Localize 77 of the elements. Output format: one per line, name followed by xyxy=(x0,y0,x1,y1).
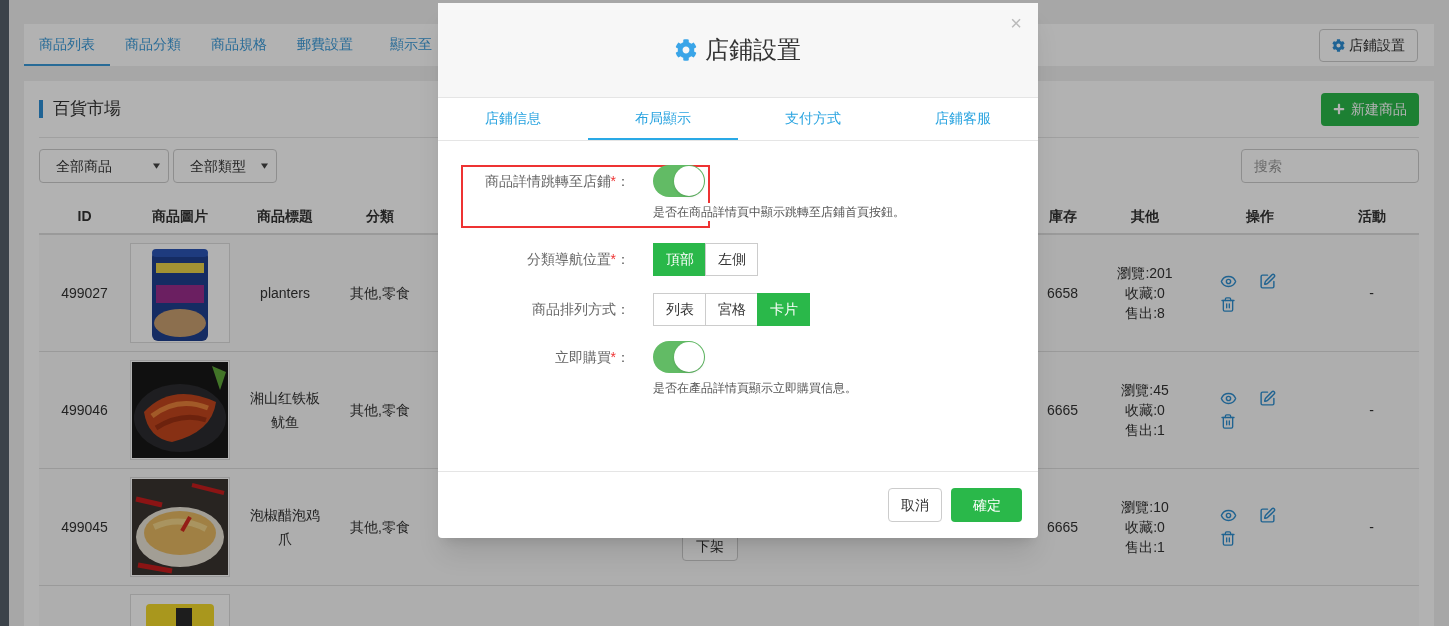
id-cell: 499046 xyxy=(61,401,108,418)
page-tab[interactable]: 郵費設置 xyxy=(282,24,368,66)
stat-text: 瀏覽:45 xyxy=(1121,381,1169,400)
delete-icon[interactable] xyxy=(1220,530,1236,547)
dialog-tab[interactable]: 店鋪信息 xyxy=(438,98,588,140)
column-header: 操作 xyxy=(1246,208,1274,224)
stat-text: 收藏:0 xyxy=(1125,284,1165,303)
stat-text: 瀏覽:201 xyxy=(1117,264,1173,283)
activity-cell: - xyxy=(1369,401,1374,418)
column-header: 分類 xyxy=(366,208,394,224)
id-cell: 499027 xyxy=(61,284,108,301)
page-tab[interactable]: 商品列表 xyxy=(24,24,110,66)
product-title: 泡椒醋泡鸡爪 xyxy=(249,506,321,549)
confirm-button[interactable]: 確定 xyxy=(951,488,1022,522)
edit-icon[interactable] xyxy=(1259,507,1276,524)
dropdown-caret-icon xyxy=(261,163,268,169)
category-cell: 其他,零食 xyxy=(350,401,410,418)
page-tab[interactable]: 商品規格 xyxy=(196,24,282,66)
cancel-button[interactable]: 取消 xyxy=(888,488,942,522)
activity-cell: - xyxy=(1369,518,1374,535)
stock-cell: 6665 xyxy=(1046,401,1079,418)
category-cell: 其他,零食 xyxy=(350,518,410,535)
plus-icon xyxy=(1333,103,1345,115)
field-label: 立即購買*： xyxy=(554,347,630,367)
dialog-tab[interactable]: 布局顯示 xyxy=(588,98,738,140)
field-hint: 是否在產品詳情頁顯示立即購買信息。 xyxy=(653,380,857,397)
filter-select[interactable]: 全部類型 xyxy=(173,149,277,183)
delete-icon[interactable] xyxy=(1220,413,1236,430)
search-field[interactable]: 搜索 xyxy=(1241,149,1419,183)
category-cell: 其他,零食 xyxy=(350,284,410,301)
column-header: 商品圖片 xyxy=(152,208,208,224)
edit-icon[interactable] xyxy=(1259,390,1276,407)
column-header: 活動 xyxy=(1357,208,1386,224)
field-label: 分類導航位置*： xyxy=(526,249,630,269)
option-button[interactable]: 宮格 xyxy=(705,293,758,326)
stat-text: 瀏覽:10 xyxy=(1121,498,1169,517)
stat-text: 收藏:0 xyxy=(1125,518,1165,537)
stat-text: 售出:1 xyxy=(1125,538,1165,557)
stat-text: 售出:1 xyxy=(1125,421,1165,440)
product-title: 湘山红铁板鱿鱼 xyxy=(249,389,321,432)
dialog-tab[interactable]: 支付方式 xyxy=(738,98,888,140)
product-title: planters xyxy=(259,284,311,303)
activity-cell: - xyxy=(1369,284,1374,301)
close-button[interactable]: × xyxy=(1010,13,1022,33)
stock-cell: 6665 xyxy=(1046,518,1079,535)
new-product-button[interactable]: 新建商品 xyxy=(1321,92,1419,126)
field-label: 商品詳情跳轉至店鋪*： xyxy=(484,171,630,191)
dialog-title: 店鋪設置 xyxy=(705,35,801,65)
dropdown-caret-icon xyxy=(153,163,160,169)
panel-title: 百貨市場 xyxy=(39,100,121,118)
page-tab[interactable]: 顯示至 xyxy=(368,24,454,66)
option-button[interactable]: 左側 xyxy=(705,243,758,276)
field-label: 商品排列方式： xyxy=(532,299,630,319)
stat-text: 售出:8 xyxy=(1125,304,1165,323)
toggle-switch[interactable] xyxy=(653,165,705,197)
gear-icon xyxy=(1332,38,1345,52)
column-header: 庫存 xyxy=(1048,208,1077,224)
shop-settings-button[interactable]: 店鋪設置 xyxy=(1319,28,1418,62)
stat-text: 收藏:0 xyxy=(1125,401,1165,420)
gear-icon xyxy=(675,39,697,61)
column-header: 其他 xyxy=(1131,208,1159,224)
view-icon[interactable] xyxy=(1220,507,1237,524)
edit-icon[interactable] xyxy=(1259,273,1276,290)
column-header: ID xyxy=(77,208,92,224)
option-button[interactable]: 頂部 xyxy=(653,243,706,276)
option-button[interactable]: 卡片 xyxy=(757,293,810,326)
toggle-switch[interactable] xyxy=(653,341,705,373)
dialog-tab[interactable]: 店鋪客服 xyxy=(888,98,1038,140)
view-icon[interactable] xyxy=(1220,273,1237,290)
view-icon[interactable] xyxy=(1220,390,1237,407)
column-header: 商品標題 xyxy=(257,208,313,224)
stock-cell: 6658 xyxy=(1046,284,1079,301)
page-tab[interactable]: 商品分類 xyxy=(110,24,196,66)
id-cell: 499045 xyxy=(61,518,108,535)
delete-icon[interactable] xyxy=(1220,296,1236,313)
filter-select[interactable]: 全部商品 xyxy=(39,149,169,183)
option-button[interactable]: 列表 xyxy=(653,293,706,326)
